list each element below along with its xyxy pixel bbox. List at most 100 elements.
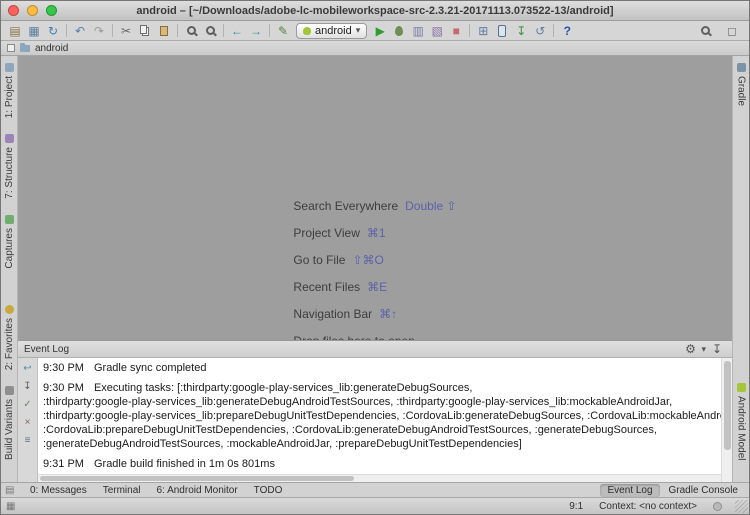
log-message: :CordovaLib:prepareDebugUnitTestDependen… <box>43 424 657 436</box>
chevron-down-icon <box>356 23 361 39</box>
tool-window-button[interactable]: Gradle <box>736 63 747 106</box>
toolbar-separator <box>112 24 113 37</box>
save-all-icon[interactable] <box>25 23 43 39</box>
run-config-combo[interactable]: android <box>296 22 368 39</box>
debug-icon-shape <box>395 25 404 36</box>
back-icon[interactable] <box>228 23 246 39</box>
soft-wrap-icon[interactable] <box>21 363 35 375</box>
navbar-panel-icon[interactable] <box>7 44 15 52</box>
minimize-button[interactable] <box>27 5 38 16</box>
mark-all-read-icon[interactable] <box>21 399 35 411</box>
event-log-header: Event Log <box>18 341 732 358</box>
toolbar-separator <box>223 24 224 37</box>
tool-window-bar-button[interactable]: 0: Messages <box>23 484 94 497</box>
event-log-toolbar <box>18 358 38 482</box>
window-title: android – [~/Downloads/adobe-lc-mobilewo… <box>136 4 614 17</box>
zoom-button[interactable] <box>46 5 57 16</box>
forward-icon[interactable] <box>247 23 265 39</box>
toolwindow-toggle-icon[interactable] <box>6 501 18 512</box>
log-line: 9:30 PM Executing tasks: [:thirdparty:goo… <box>43 381 716 395</box>
toolbar-right-group <box>696 23 744 39</box>
tool-window-bar-button[interactable]: Event Log <box>600 483 660 497</box>
close-button[interactable] <box>8 5 19 16</box>
left-stripe-bottom-group: 2: Favorites Build Variants <box>3 304 15 460</box>
help-icon[interactable] <box>558 23 576 39</box>
context-indicator[interactable]: Context: <no context> <box>599 501 697 512</box>
tool-window-button[interactable]: Captures <box>4 214 15 269</box>
right-stripe-bottom-group: Android Model <box>735 382 747 460</box>
shortcut-hint: Search Everywhere Double ⇧ <box>293 200 456 213</box>
find-icon[interactable] <box>182 23 200 39</box>
tool-window-button[interactable]: 2: Favorites <box>3 304 15 371</box>
tool-window-bar-button[interactable]: Gradle Console <box>662 484 745 497</box>
status-bar-right: 9:1 Context: <no context> <box>569 501 744 512</box>
replace-icon[interactable] <box>201 23 219 39</box>
cut-icon[interactable] <box>117 23 135 39</box>
search-everywhere-icon[interactable] <box>696 23 714 39</box>
maximize-icon[interactable] <box>723 23 741 39</box>
left-stripe-top-group: 1: Project 7: Structure Captures <box>4 63 15 269</box>
hide-panel-icon[interactable] <box>708 341 726 357</box>
sync-icon[interactable] <box>44 23 62 39</box>
log-line: :thirdparty:google-play-services_lib:pre… <box>43 409 721 423</box>
left-tool-stripe: 1: Project 7: Structure Captures 2: Favo… <box>1 56 18 482</box>
tool-window-bar-button[interactable]: 6: Android Monitor <box>150 484 245 497</box>
open-icon[interactable] <box>6 23 24 39</box>
run-config-label: android <box>315 24 352 37</box>
sdk-manager-icon[interactable] <box>512 23 530 39</box>
event-log-body: 9:30 PM Gradle sync completed 9:30 PM Exec… <box>18 358 732 482</box>
android-robot-icon <box>303 26 311 35</box>
stop-icon[interactable] <box>447 23 465 39</box>
copy-icon[interactable] <box>136 23 154 39</box>
toolbar-separator <box>269 24 270 37</box>
log-line: :CordovaLib:prepareDebugUnitTestDependen… <box>43 423 716 437</box>
project-structure-icon[interactable] <box>474 23 492 39</box>
right-stripe-top-group: Gradle <box>736 63 747 106</box>
clear-all-icon[interactable] <box>21 417 35 429</box>
vertical-scrollbar[interactable] <box>721 358 732 482</box>
log-timestamp: 9:31 PM <box>43 458 84 470</box>
tool-window-button[interactable]: Android Model <box>735 382 747 460</box>
paste-icon[interactable] <box>155 23 173 39</box>
shortcut-hints: Search Everywhere Double ⇧ Project View ⌘1… <box>293 186 456 341</box>
paste-icon-shape <box>160 25 168 36</box>
toolbar-separator <box>553 24 555 37</box>
undo-icon[interactable] <box>71 23 89 39</box>
main-toolbar: android <box>1 21 749 41</box>
edit-configurations-icon[interactable] <box>274 23 292 39</box>
breadcrumb[interactable]: android <box>35 43 68 54</box>
caret-position[interactable]: 9:1 <box>569 501 583 512</box>
tool-window-label: Android Model <box>735 395 747 460</box>
copy-icon-shape <box>140 25 147 34</box>
gradle-sync-icon[interactable] <box>531 23 549 39</box>
toolwindow-switcher-icon[interactable] <box>5 485 19 496</box>
shortcut-hint: Go to File ⇧⌘O <box>293 254 456 267</box>
chevron-down-icon[interactable] <box>701 341 706 357</box>
tool-window-button[interactable]: 7: Structure <box>4 134 15 199</box>
navigation-bar: android <box>1 41 749 56</box>
tool-window-label: 2: Favorites <box>3 317 15 371</box>
inspections-profile-icon[interactable] <box>713 501 722 511</box>
vertical-scrollbar-thumb[interactable] <box>724 361 731 451</box>
shortcut-keys: Double ⇧ <box>405 199 457 213</box>
resize-grip[interactable] <box>735 500 748 513</box>
shortcut-label: Search Everywhere <box>293 199 399 213</box>
tool-window-button[interactable]: 1: Project <box>4 63 15 118</box>
scroll-to-end-icon[interactable] <box>21 381 35 393</box>
tool-window-bar-button[interactable]: Terminal <box>96 484 148 497</box>
filter-icon[interactable] <box>21 435 35 447</box>
tool-window-label: 1: Project <box>3 76 15 119</box>
profiler-icon[interactable] <box>428 23 446 39</box>
tool-window-icon <box>4 386 14 396</box>
horizontal-scrollbar[interactable] <box>38 474 721 482</box>
debug-icon[interactable] <box>390 23 408 39</box>
tool-window-button[interactable]: Build Variants <box>4 386 15 460</box>
tool-window-bar-button[interactable]: TODO <box>247 484 290 497</box>
horizontal-scrollbar-thumb[interactable] <box>40 476 355 481</box>
avd-manager-icon[interactable] <box>493 23 511 39</box>
run-icon[interactable] <box>371 23 389 39</box>
settings-gear-icon[interactable] <box>681 341 699 357</box>
run-with-coverage-icon[interactable] <box>409 23 427 39</box>
shortcut-label: Recent Files <box>293 280 361 294</box>
redo-icon[interactable] <box>90 23 108 39</box>
